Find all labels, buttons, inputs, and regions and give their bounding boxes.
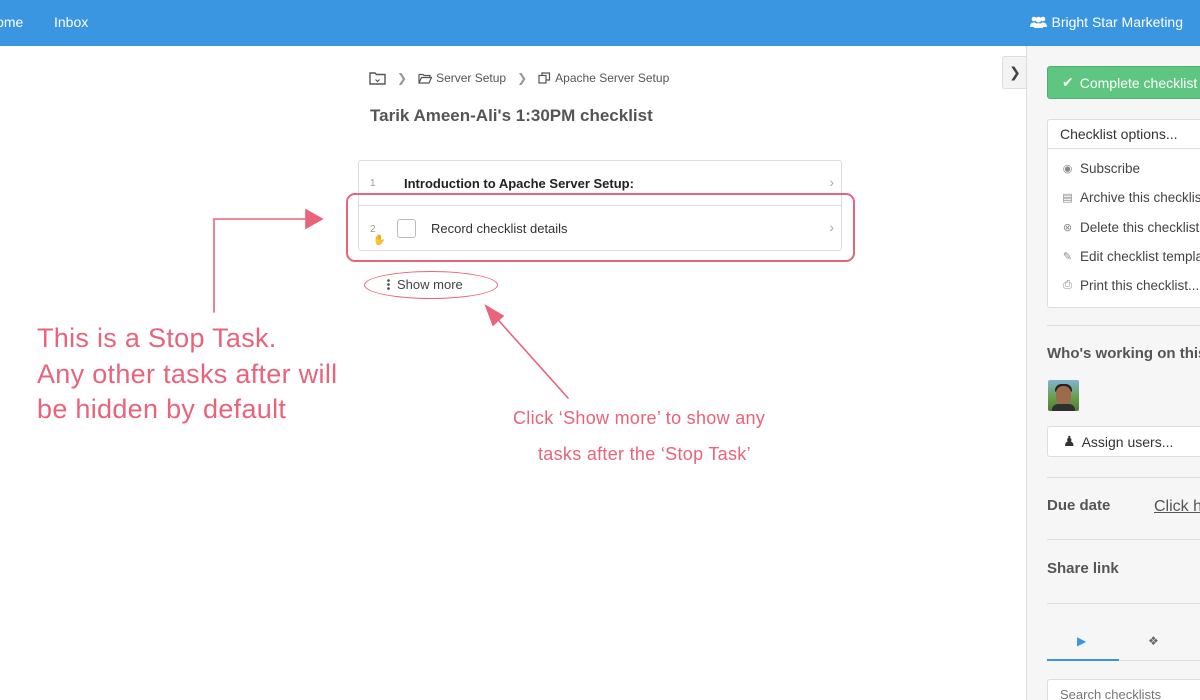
checklist-sidebar: ✔ Complete checklist Checklist options..… xyxy=(1026,46,1200,700)
breadcrumb: ❯ Server Setup ❯ Apache Server Setup xyxy=(369,71,669,85)
chevron-right-icon: › xyxy=(829,219,834,235)
task-checkbox[interactable] xyxy=(397,219,416,238)
checklist-options-dropdown[interactable]: Checklist options... xyxy=(1048,120,1200,149)
print-option[interactable]: ⎙ Print this checklist... xyxy=(1061,278,1199,293)
active-tab-indicator xyxy=(1047,659,1119,661)
task-label: Record checklist details xyxy=(431,221,568,236)
edit-template-option[interactable]: ✎ Edit checklist template xyxy=(1061,249,1200,264)
complete-checklist-button[interactable]: ✔ Complete checklist xyxy=(1047,66,1200,99)
users-icon xyxy=(1029,16,1047,28)
subscribe-label: Subscribe xyxy=(1080,161,1141,176)
nav-home-link[interactable]: Home xyxy=(0,14,23,30)
stop-hand-icon: ✋ xyxy=(373,235,386,246)
pencil-icon: ✎ xyxy=(1062,251,1073,263)
task-row-heading[interactable]: 1 Introduction to Apache Server Setup: › xyxy=(359,161,841,205)
due-date-label: Due date xyxy=(1047,497,1111,514)
folder-open-icon xyxy=(418,73,433,84)
breadcrumb-template-link[interactable]: Apache Server Setup xyxy=(538,71,669,85)
due-date-link[interactable]: Click here xyxy=(1154,498,1200,516)
page-title: Tarik Ameen-Ali's 1:30PM checklist xyxy=(370,106,653,125)
stop-task-annotation-line-2: Any other tasks after will xyxy=(37,359,338,389)
show-more-annotation-line-2: tasks after the ‘Stop Task’ xyxy=(538,444,751,464)
divider xyxy=(1047,477,1200,478)
show-more-arrow-shaft xyxy=(491,312,569,399)
checklist-options-menu: Checklist options... ◉ Subscribe ▤ Archi… xyxy=(1047,119,1200,308)
breadcrumb-folder-label: Server Setup xyxy=(436,71,507,85)
divider xyxy=(1047,539,1200,540)
stop-task-annotation-line-3: be hidden by default xyxy=(37,394,287,424)
task-number: 1 xyxy=(370,178,376,189)
task-row-stop-task[interactable]: 2 ✋ Record checklist details › xyxy=(359,205,841,250)
folder-icon xyxy=(369,72,386,85)
divider xyxy=(1047,325,1200,326)
whos-working-heading: Who's working on this? xyxy=(1047,345,1200,362)
assign-users-label: Assign users... xyxy=(1081,433,1174,450)
delete-label: Delete this checklist xyxy=(1080,220,1200,235)
tab-divider xyxy=(1119,660,1200,661)
breadcrumb-template-label: Apache Server Setup xyxy=(555,71,670,85)
breadcrumb-separator: ❯ xyxy=(397,71,408,85)
chevron-right-icon: › xyxy=(829,174,834,190)
stop-task-annotation-line-1: This is a Stop Task. xyxy=(37,323,277,353)
top-navigation-bar: Home Inbox Bright Star Marketing xyxy=(0,0,1200,46)
archive-label: Archive this checklist xyxy=(1080,190,1200,205)
play-icon[interactable]: ▶ xyxy=(1077,634,1086,648)
eye-icon: ◉ xyxy=(1062,163,1073,175)
share-link-label[interactable]: Share link xyxy=(1047,560,1119,577)
print-icon: ⎙ xyxy=(1063,279,1072,291)
stop-task-arrowhead xyxy=(305,208,324,230)
stop-task-arrow-shaft xyxy=(213,218,319,313)
delete-option[interactable]: ⊗ Delete this checklist xyxy=(1061,220,1199,235)
subscribe-option[interactable]: ◉ Subscribe xyxy=(1061,161,1140,176)
collapse-panel-button[interactable]: ❯ xyxy=(1002,56,1027,89)
task-list: 1 Introduction to Apache Server Setup: ›… xyxy=(358,160,842,251)
nav-inbox-link[interactable]: Inbox xyxy=(54,14,88,30)
archive-option[interactable]: ▤ Archive this checklist xyxy=(1061,190,1200,205)
briefcase-icon: ▤ xyxy=(1062,192,1073,204)
divider xyxy=(1047,603,1200,604)
times-circle-icon: ⊗ xyxy=(1062,222,1073,234)
breadcrumb-root[interactable] xyxy=(369,71,386,85)
show-more-annotation-line-1: Click ‘Show more’ to show any xyxy=(513,408,766,428)
breadcrumb-folder-link[interactable]: Server Setup xyxy=(418,71,506,85)
comments-icon[interactable]: ❖ xyxy=(1148,634,1159,648)
organization-switcher[interactable]: Bright Star Marketing xyxy=(1029,14,1184,30)
task-number: 2 xyxy=(370,224,376,235)
user-icon: ♟ xyxy=(1063,433,1076,449)
show-more-label: Show more xyxy=(397,277,463,292)
vertical-ellipsis-icon xyxy=(387,279,390,290)
show-more-arrowhead xyxy=(484,304,505,327)
complete-checklist-label: Complete checklist xyxy=(1079,74,1198,91)
organization-name: Bright Star Marketing xyxy=(1051,14,1184,30)
task-heading-label: Introduction to Apache Server Setup: xyxy=(404,176,634,191)
print-label: Print this checklist... xyxy=(1080,278,1200,293)
avatar-face xyxy=(1056,386,1071,405)
breadcrumb-separator: ❯ xyxy=(517,71,528,85)
assign-users-button[interactable]: ♟ Assign users... xyxy=(1047,426,1200,457)
check-icon: ✔ xyxy=(1062,74,1074,90)
search-checklists-input[interactable] xyxy=(1047,679,1200,700)
show-more-button[interactable]: Show more xyxy=(387,277,463,292)
avatar-shirt xyxy=(1052,404,1075,411)
template-copy-icon xyxy=(538,72,551,84)
edit-template-label: Edit checklist template xyxy=(1080,249,1200,264)
user-avatar[interactable] xyxy=(1048,380,1079,411)
